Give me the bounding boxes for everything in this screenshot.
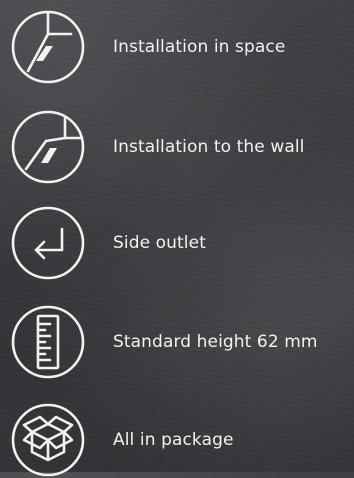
installation-in-space-icon: [10, 9, 86, 85]
feature-list: Installation in space Installation to th…: [0, 0, 354, 477]
feature-installation-in-space: Installation in space: [10, 10, 354, 84]
feature-label: Installation to the wall: [113, 137, 305, 157]
feature-label: Standard height 62 mm: [113, 332, 318, 352]
feature-installation-to-wall: Installation to the wall: [10, 110, 354, 184]
feature-label: Installation in space: [113, 37, 286, 57]
side-outlet-arrow-icon: [10, 205, 86, 281]
installation-to-wall-icon: [10, 109, 86, 185]
ruler-icon: [10, 304, 86, 380]
feature-standard-height: Standard height 62 mm: [10, 305, 354, 379]
feature-all-in-package: All in package: [10, 403, 354, 477]
feature-label: Side outlet: [113, 233, 206, 253]
feature-label: All in package: [113, 430, 234, 450]
feature-side-outlet: Side outlet: [10, 206, 354, 280]
package-box-icon: [10, 402, 86, 478]
